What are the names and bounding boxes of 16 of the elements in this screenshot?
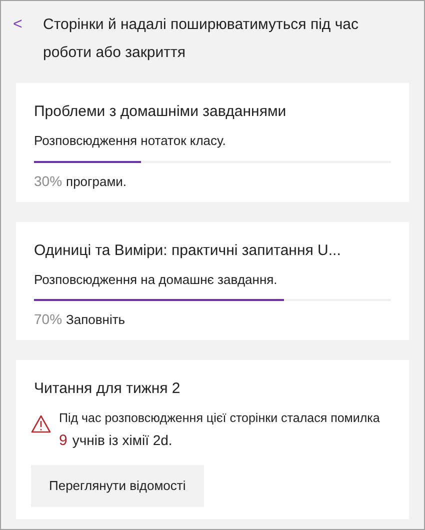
back-button[interactable]: < — [13, 11, 43, 39]
error-count: 9 — [59, 431, 68, 451]
card-subtitle: Розповсюдження нотаток класу. — [34, 132, 227, 150]
card-title: Проблеми з домашніми завданнями — [34, 102, 288, 122]
card-subtitle: Розповсюдження на домашнє завдання. — [34, 270, 278, 289]
progress-percent: 30% — [34, 172, 62, 190]
progress-percent: 70% — [34, 310, 62, 329]
card-title: Читання для тижня 2 — [33, 379, 182, 399]
progress-status: Заповніть — [66, 311, 126, 329]
warning-icon — [31, 415, 51, 433]
progress-status: програми. — [66, 172, 127, 191]
view-details-button[interactable]: Переглянути відомості — [31, 465, 204, 507]
page-title: Сторінки й надалі поширюватимуться під час роботи або закриття — [43, 15, 360, 63]
card-title: Одиниці та Виміри: практичні запитання U... — [34, 240, 342, 260]
error-message: Під час розповсюдження цієї сторінки сталася помилка — [59, 410, 380, 427]
error-detail: учнів із хімії 2d. — [72, 431, 172, 450]
